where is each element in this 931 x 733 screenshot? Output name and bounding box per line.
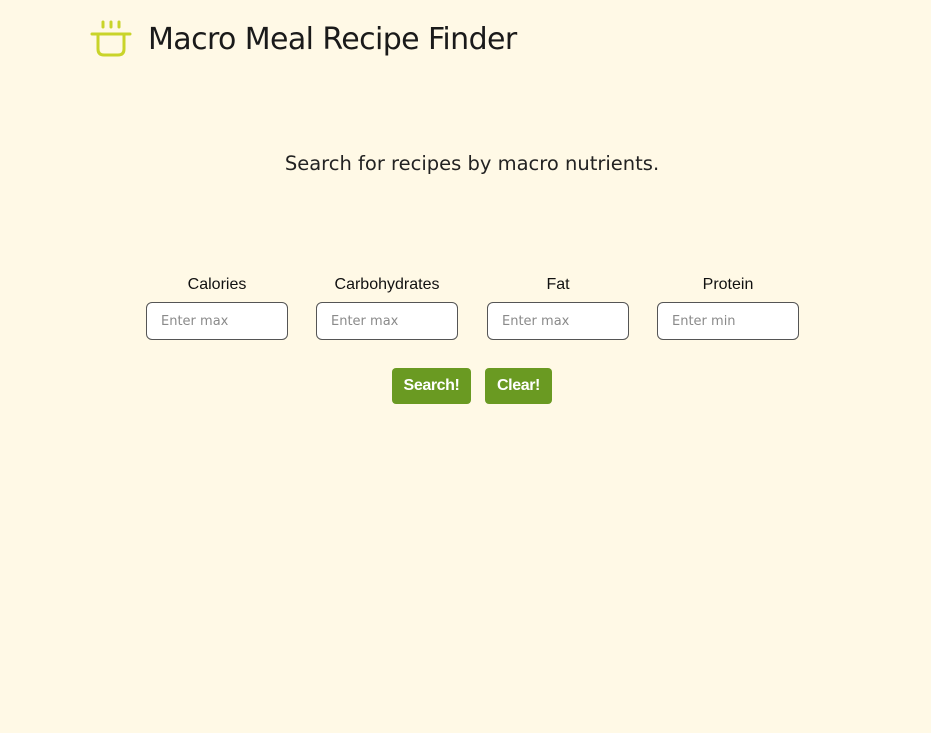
fat-input[interactable] [487, 302, 629, 340]
protein-label: Protein [702, 276, 754, 293]
carbohydrates-input[interactable] [316, 302, 458, 340]
page-tagline: Search for recipes by macro nutrients. [284, 152, 660, 175]
search-button[interactable]: Search! [392, 368, 471, 404]
protein-field: Protein [657, 276, 799, 340]
carbohydrates-label: Carbohydrates [334, 276, 440, 293]
calories-label: Calories [187, 276, 247, 293]
clear-button[interactable]: Clear! [485, 368, 552, 404]
app-title: Macro Meal Recipe Finder [148, 21, 517, 57]
calories-field: Calories [146, 276, 288, 340]
app-header: Macro Meal Recipe Finder [90, 16, 517, 62]
carbohydrates-field: Carbohydrates [316, 276, 458, 340]
fat-field: Fat [487, 276, 629, 340]
protein-input[interactable] [657, 302, 799, 340]
calories-input[interactable] [146, 302, 288, 340]
pot-icon [90, 20, 132, 57]
fat-label: Fat [546, 276, 570, 293]
